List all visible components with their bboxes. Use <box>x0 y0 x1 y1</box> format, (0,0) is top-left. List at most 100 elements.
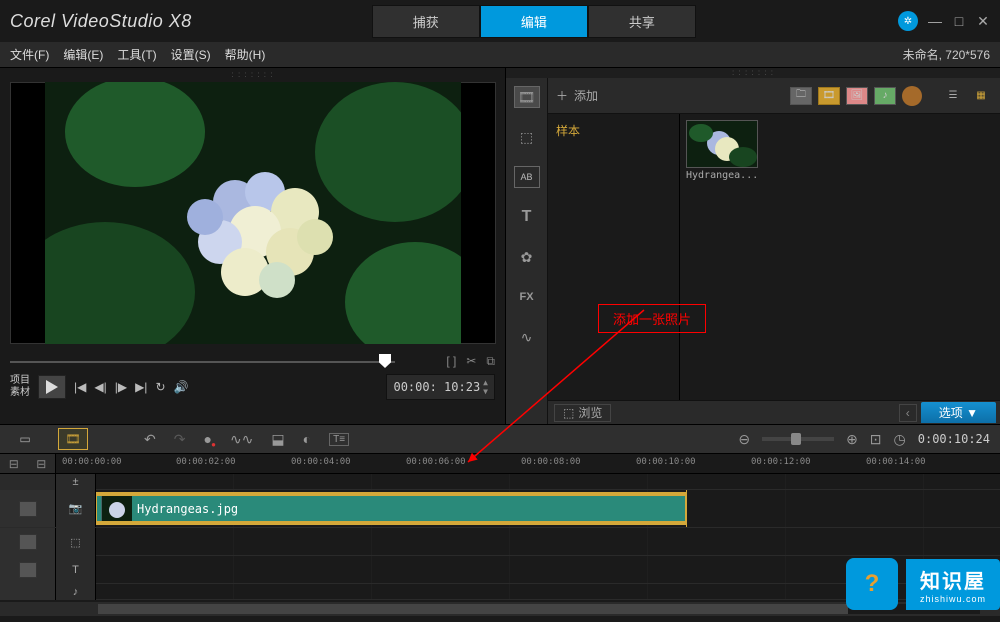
loop-button[interactable]: ↻ <box>155 380 165 394</box>
title-track-header[interactable] <box>0 556 56 584</box>
track-scroll-icon[interactable]: ⊟ <box>36 457 46 471</box>
fit-project-button[interactable]: ⊡ <box>870 431 882 448</box>
add-button[interactable]: ＋ 添加 <box>556 87 598 104</box>
audio-mixer-button[interactable]: ∿∿ <box>230 431 253 448</box>
tab-capture[interactable]: 捕获 <box>372 5 480 38</box>
play-mode-labels[interactable]: 项目 素材 <box>10 375 30 399</box>
menu-setting[interactable]: 设置(S) <box>171 46 211 63</box>
path-tab-button[interactable]: ∿ <box>514 326 540 348</box>
go-start-button[interactable]: |◀ <box>74 380 86 394</box>
record-button[interactable]: ●● <box>203 431 211 447</box>
redo-button[interactable]: ↷ <box>174 431 186 448</box>
text-tab-button[interactable]: T <box>514 206 540 228</box>
auto-music-button[interactable]: ⬓ <box>271 431 284 448</box>
timeline-toolbar: ▭ 🎞 ↶ ↷ ●● ∿∿ ⬓ ◐ T≡ ⊖ ⊕ ⊡ ◷ 0:00:10:24 <box>0 424 1000 454</box>
scroll-left-button[interactable]: ‹ <box>899 404 917 422</box>
ruler-tick: 00:00:06:00 <box>406 457 466 467</box>
library-folder-list[interactable]: 样本 <box>548 114 680 400</box>
graphic-tab-button[interactable]: ✿ <box>514 246 540 268</box>
media-tab-button[interactable]: 🎞 <box>514 86 540 108</box>
preview-pane: : : : : : : : <box>0 68 506 424</box>
close-button[interactable]: ✕ <box>976 14 990 28</box>
drag-handle-icon[interactable]: : : : : : : : <box>10 70 495 80</box>
library-item-grid[interactable]: Hydrangea... 添加一张照片 <box>680 114 1000 400</box>
menu-help[interactable]: 帮助(H) <box>225 46 266 63</box>
filter-audio-icon[interactable]: ♪ <box>874 87 896 105</box>
watermark: ? 知识屋 zhishiwu.com <box>846 558 1000 610</box>
tab-share[interactable]: 共享 <box>588 5 696 38</box>
grid-view-icon[interactable]: ▦ <box>970 87 992 105</box>
menu-bar: 文件(F) 编辑(E) 工具(T) 设置(S) 帮助(H) 未命名, 720*5… <box>0 42 1000 68</box>
timecode-stepper-icon[interactable]: ▲▼ <box>483 378 488 396</box>
list-view-icon[interactable]: ☰ <box>942 87 964 105</box>
menu-edit[interactable]: 编辑(E) <box>63 46 103 63</box>
folder-icon[interactable]: 🗀 <box>790 87 812 105</box>
plus-icon: ＋ <box>556 87 568 104</box>
preview-timecode[interactable]: 00:00: 10:23 ▲▼ <box>386 374 495 400</box>
library-pane: : : : : : : : 🎞 ⬚ AB T ✿ FX ∿ ＋ 添加 🗀 <box>506 68 1000 424</box>
subtitle-button[interactable]: T≡ <box>329 433 349 446</box>
fx-tab-button[interactable]: FX <box>514 286 540 308</box>
transition-tab-button[interactable]: ⬚ <box>514 126 540 148</box>
undo-button[interactable]: ↶ <box>144 431 156 448</box>
favorites-icon[interactable] <box>902 86 922 106</box>
track-scroll-icon[interactable]: ⊟ <box>9 457 19 471</box>
timeline-mode-button[interactable]: 🎞 <box>58 428 88 450</box>
voice-track-header[interactable] <box>0 584 56 600</box>
video-track-header[interactable] <box>0 490 56 527</box>
track-toggle[interactable]: ♪ <box>56 584 96 600</box>
maximize-button[interactable]: □ <box>952 14 966 28</box>
overlay-track-header[interactable] <box>0 528 56 556</box>
ruler-tick: 00:00:14:00 <box>866 457 926 467</box>
folder-sample[interactable]: 样本 <box>554 120 673 141</box>
ruler-tick: 00:00:10:00 <box>636 457 696 467</box>
zoom-out-button[interactable]: ⊖ <box>738 431 750 448</box>
options-button[interactable]: 选项 ▼ <box>921 402 996 423</box>
filter-photo-icon[interactable]: 🖼 <box>846 87 868 105</box>
clip-label: Hydrangeas.jpg <box>137 502 238 516</box>
preview-viewport[interactable] <box>10 82 496 344</box>
zoom-slider[interactable] <box>762 437 834 441</box>
scrub-bar[interactable]: [ ] ✂ ⧉ <box>10 350 495 370</box>
ruler-tick: 00:00:02:00 <box>176 457 236 467</box>
thumbnail-label: Hydrangea... <box>686 170 758 181</box>
timeline-clip[interactable]: Hydrangeas.jpg <box>96 492 686 525</box>
playhead[interactable] <box>686 490 687 527</box>
go-end-button[interactable]: ▶| <box>135 380 147 394</box>
ruler-tick: 00:00:12:00 <box>751 457 811 467</box>
clip-thumbnail <box>101 495 131 523</box>
track-button[interactable]: ◐ <box>303 431 311 447</box>
expand-icon[interactable]: ⧉ <box>486 354 495 369</box>
duration-icon: ◷ <box>894 431 906 448</box>
filter-video-icon[interactable]: 🎞 <box>818 87 840 105</box>
play-button[interactable] <box>38 375 66 399</box>
mark-in-icon[interactable]: [ ] <box>446 354 456 369</box>
storyboard-mode-button[interactable]: ▭ <box>10 428 40 450</box>
app-title: Corel VideoStudio X8 <box>10 11 192 32</box>
track-toggle[interactable]: ⬚ <box>56 528 96 556</box>
project-info: 未命名, 720*576 <box>903 46 990 63</box>
tab-edit[interactable]: 编辑 <box>480 5 588 38</box>
track-toggle[interactable]: 📷 <box>56 490 96 527</box>
annotation-callout: 添加一张照片 <box>598 304 706 333</box>
prev-frame-button[interactable]: ◀| <box>94 380 106 394</box>
cut-icon[interactable]: ✂ <box>466 354 476 369</box>
zoom-in-button[interactable]: ⊕ <box>846 431 858 448</box>
ruler-tick: 00:00:04:00 <box>291 457 351 467</box>
timeline-ruler[interactable]: ⊟ ⊟ 00:00:00:00 00:00:02:00 00:00:04:00 … <box>0 454 1000 474</box>
watermark-logo-icon: ? <box>846 558 898 610</box>
next-frame-button[interactable]: |▶ <box>115 380 127 394</box>
globe-icon[interactable]: ✲ <box>898 11 918 31</box>
title-tab-button[interactable]: AB <box>514 166 540 188</box>
chevron-down-icon: ▼ <box>966 406 978 420</box>
minimize-button[interactable]: — <box>928 14 942 28</box>
browse-button[interactable]: ⬚ 浏览 <box>554 404 611 422</box>
ruler-tick: 00:00:08:00 <box>521 457 581 467</box>
menu-file[interactable]: 文件(F) <box>10 46 49 63</box>
track-toggle[interactable]: T <box>56 556 96 584</box>
menu-tool[interactable]: 工具(T) <box>117 46 156 63</box>
scrub-handle[interactable] <box>379 354 391 368</box>
volume-button[interactable]: 🔊 <box>174 380 189 394</box>
drag-handle-icon[interactable]: : : : : : : : <box>506 68 1000 78</box>
library-thumbnail[interactable]: Hydrangea... <box>686 120 758 181</box>
